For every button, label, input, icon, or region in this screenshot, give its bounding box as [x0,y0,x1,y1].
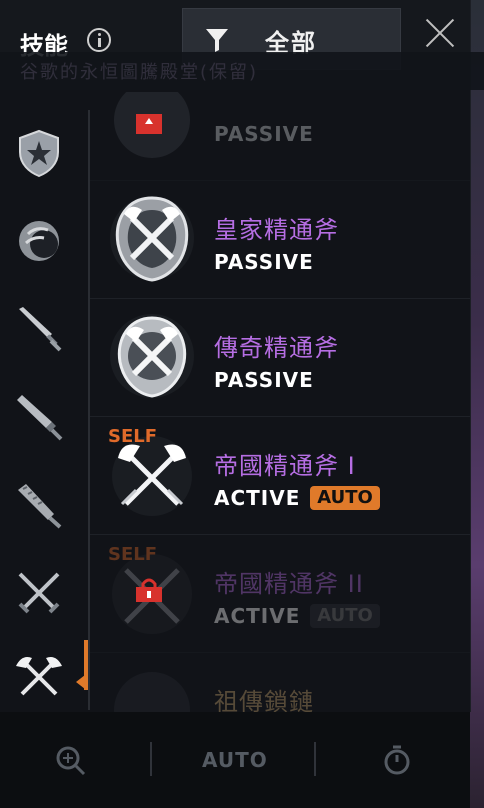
footer-divider [314,742,316,776]
sword-icon[interactable] [14,304,64,354]
info-icon[interactable] [87,28,111,52]
sidebar-selected-arrow [76,675,85,689]
skill-name: 傳奇精通斧 [214,334,339,362]
timer-icon[interactable] [382,744,412,776]
orb-icon[interactable] [14,216,64,266]
crossed-axes-icon[interactable] [14,652,64,702]
skill-name: 祖傳鎖鏈 [214,688,314,712]
zoom-icon[interactable] [54,744,86,776]
filter-icon [206,29,228,52]
auto-toggle[interactable]: AUTO [202,748,268,772]
skill-row[interactable]: 皇家精通斧 PASSIVE [90,180,470,299]
skill-type: PASSIVE [214,250,314,274]
auto-badge: AUTO [310,604,380,628]
skill-type: PASSIVE [214,122,314,146]
skills-panel: 技能 全部 谷歌的永恒圖騰殿堂(保留) PASSIVE 皇家精通斧 PASSIV… [0,0,484,712]
skill-row[interactable]: SELF 帝國精通斧 I ACTIVE AUTO [90,416,470,535]
skill-list[interactable]: PASSIVE 皇家精通斧 PASSIVE 傳奇精通斧 PASSIVE SELF… [90,92,470,712]
broadsword-icon[interactable] [14,392,64,442]
club-icon[interactable] [14,480,64,530]
self-tag: SELF [108,426,158,447]
lock-icon [136,578,162,602]
chain-icon [114,672,190,712]
skill-type: ACTIVE [214,604,301,628]
skill-type: ACTIVE [214,486,301,510]
skill-name: 帝國精通斧 II [214,570,364,598]
game-background-edge [470,0,484,808]
skill-row[interactable]: 傳奇精通斧 PASSIVE [90,298,470,417]
skill-name: 帝國精通斧 I [214,452,356,480]
skill-row[interactable]: 祖傳鎖鏈 [90,652,470,712]
auto-badge: AUTO [310,486,380,510]
skill-row[interactable]: PASSIVE [90,92,470,181]
royal-axe-emblem-icon [110,196,194,282]
close-icon[interactable] [424,16,456,48]
skill-name: 皇家精通斧 [214,216,339,244]
skill-type: PASSIVE [214,368,314,392]
self-tag: SELF [108,544,158,565]
shield-star-icon[interactable] [14,128,64,178]
legendary-axe-emblem-icon [110,314,194,398]
lock-icon [136,114,162,134]
crossed-swords-icon[interactable] [14,568,64,618]
footer-divider [150,742,152,776]
background-banner-text: 谷歌的永恒圖騰殿堂(保留) [20,62,259,83]
